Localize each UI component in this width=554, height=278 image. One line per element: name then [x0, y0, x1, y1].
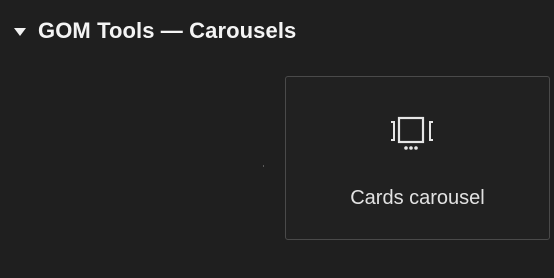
widget-card-cards-carousel[interactable]: Cards carousel: [285, 76, 550, 240]
divider-mark: [263, 165, 264, 167]
category-title: GOM Tools — Carousels: [38, 18, 297, 43]
caret-down-icon[interactable]: [14, 27, 26, 36]
category-header[interactable]: GOM Tools — Carousels: [14, 14, 296, 48]
widget-label: Cards carousel: [350, 187, 485, 209]
widgets-panel: GOM Tools — Carousels Cards carousel: [0, 0, 554, 278]
carousel-icon: [391, 116, 433, 150]
